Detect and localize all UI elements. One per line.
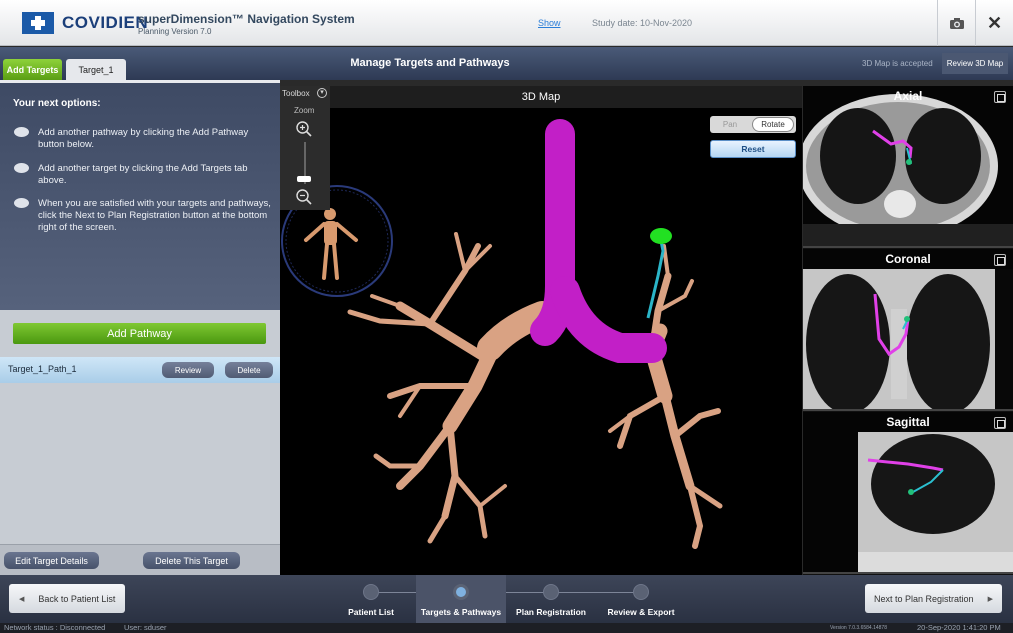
option-text: Add another pathway by clicking the Add … [38,127,249,150]
network-status: Network status : Disconnected [4,623,106,632]
close-button[interactable]: ✕ [975,0,1013,46]
toolbox-pin-button[interactable]: ▾ [317,88,327,98]
airway-tree-render[interactable] [280,86,802,575]
covidien-logo-icon [22,12,54,34]
zoom-label: Zoom [294,106,315,115]
delete-target-button[interactable]: Delete This Target [143,552,240,569]
add-pathway-button[interactable]: Add Pathway [13,323,266,344]
next-to-plan-registration-button[interactable]: Next to Plan Registration ▶ [865,584,1002,613]
show-link[interactable]: Show [538,18,561,28]
brand-name: COVIDIEN [62,13,149,32]
version-text: Version 7.0.3.6584.14878 [830,625,887,631]
back-to-patient-list-button[interactable]: ◀ Back to Patient List [9,584,125,613]
back-button-label: Back to Patient List [38,593,116,604]
zoom-in-icon[interactable] [295,120,313,138]
expand-icon[interactable] [994,417,1006,429]
delete-pathway-button[interactable]: Delete [225,362,273,378]
screenshot-button[interactable] [937,0,975,46]
step-label: Patient List [348,607,394,617]
next-button-label: Next to Plan Registration [874,593,974,604]
step-label: Targets & Pathways [420,607,502,617]
review-3d-map-button[interactable]: Review 3D Map [942,53,1008,74]
step-dot [363,584,379,600]
left-panel-footer: Edit Target Details Delete This Target [0,544,280,576]
option-text: When you are satisfied with your targets… [38,198,271,233]
airway-branches [347,232,723,549]
datetime: 20-Sep-2020 1:41:20 PM [917,623,1001,632]
axial-view[interactable]: Axial [803,86,1013,248]
step-patient-list[interactable]: Patient List [326,575,416,623]
sagittal-view[interactable]: Sagittal [803,412,1013,574]
options-panel: Your next options: Add another pathway b… [0,80,280,310]
pathway-name: Target_1_Path_1 [8,364,77,374]
workflow-stepper: Patient List Targets & Pathways Plan Reg… [326,575,686,623]
reset-view-button[interactable]: Reset [710,140,796,158]
nav-bar: Add Targets Target_1 Manage Targets and … [0,47,1013,80]
review-pathway-button[interactable]: Review [162,362,214,378]
page-title: Manage Targets and Pathways [350,57,510,69]
bullet-icon [14,198,29,208]
map-accepted-status: 3D Map is accepted [862,59,933,68]
toolbox-label: Toolbox [282,89,310,98]
left-panel: Your next options: Add another pathway b… [0,80,280,576]
toolbox-panel: Toolbox ▾ Zoom [280,86,330,210]
bullet-icon [14,163,29,173]
step-targets-pathways[interactable]: Targets & Pathways [416,575,506,623]
step-label: Review & Export [607,607,675,617]
expand-icon[interactable] [994,91,1006,103]
current-user: User: sduser [124,623,167,632]
ct-views-column: Axial Coronal Sagittal [803,86,1013,575]
coronal-ct-image [803,269,1013,409]
step-review-export[interactable]: Review & Export [596,575,686,623]
tab-add-targets[interactable]: Add Targets [3,59,62,80]
pan-rotate-toggle: Pan Rotate [710,116,796,133]
step-dot [453,584,469,600]
axial-title: Axial [893,89,923,103]
bullet-icon [14,127,29,137]
close-icon: ✕ [986,12,1003,33]
camera-icon [949,17,964,29]
axial-ct-image [803,94,1013,246]
arrow-right-icon: ▶ [987,595,993,603]
rotate-button[interactable]: Rotate [752,117,794,132]
pathway-row[interactable]: Target_1_Path_1 Review Delete [0,357,280,383]
sagittal-ct-image [858,432,1013,572]
coronal-view[interactable]: Coronal [803,249,1013,411]
3d-map-viewer[interactable]: 3D Map Toolbox ▾ Zoom Pan Rotate Reset [280,86,802,575]
option-text: Add another target by clicking the Add T… [38,163,248,186]
pan-button[interactable]: Pan [710,116,750,133]
sagittal-title: Sagittal [886,415,930,429]
step-label: Plan Registration [516,607,586,617]
coronal-title: Coronal [885,252,931,266]
study-date: Study date: 10-Nov-2020 [592,18,693,28]
trachea-path [530,119,667,363]
zoom-slider-thumb[interactable] [297,176,311,182]
app-version: Planning Version 7.0 [138,27,212,36]
step-dot [543,584,559,600]
arrow-left-icon: ◀ [19,595,25,603]
workflow-bar: ◀ Back to Patient List Patient List Targ… [0,575,1013,623]
zoom-out-icon[interactable] [295,188,313,206]
target-lesion[interactable] [650,228,672,244]
tab-target-1[interactable]: Target_1 [66,59,126,80]
edit-target-details-button[interactable]: Edit Target Details [4,552,99,569]
expand-icon[interactable] [994,254,1006,266]
app-title: superDimension™ Navigation System [138,12,355,26]
step-plan-registration[interactable]: Plan Registration [506,575,596,623]
options-title: Your next options: [13,98,101,109]
step-dot [633,584,649,600]
app-header: COVIDIEN superDimension™ Navigation Syst… [0,0,1013,46]
status-bar: Network status : Disconnected User: sdus… [0,623,1013,633]
